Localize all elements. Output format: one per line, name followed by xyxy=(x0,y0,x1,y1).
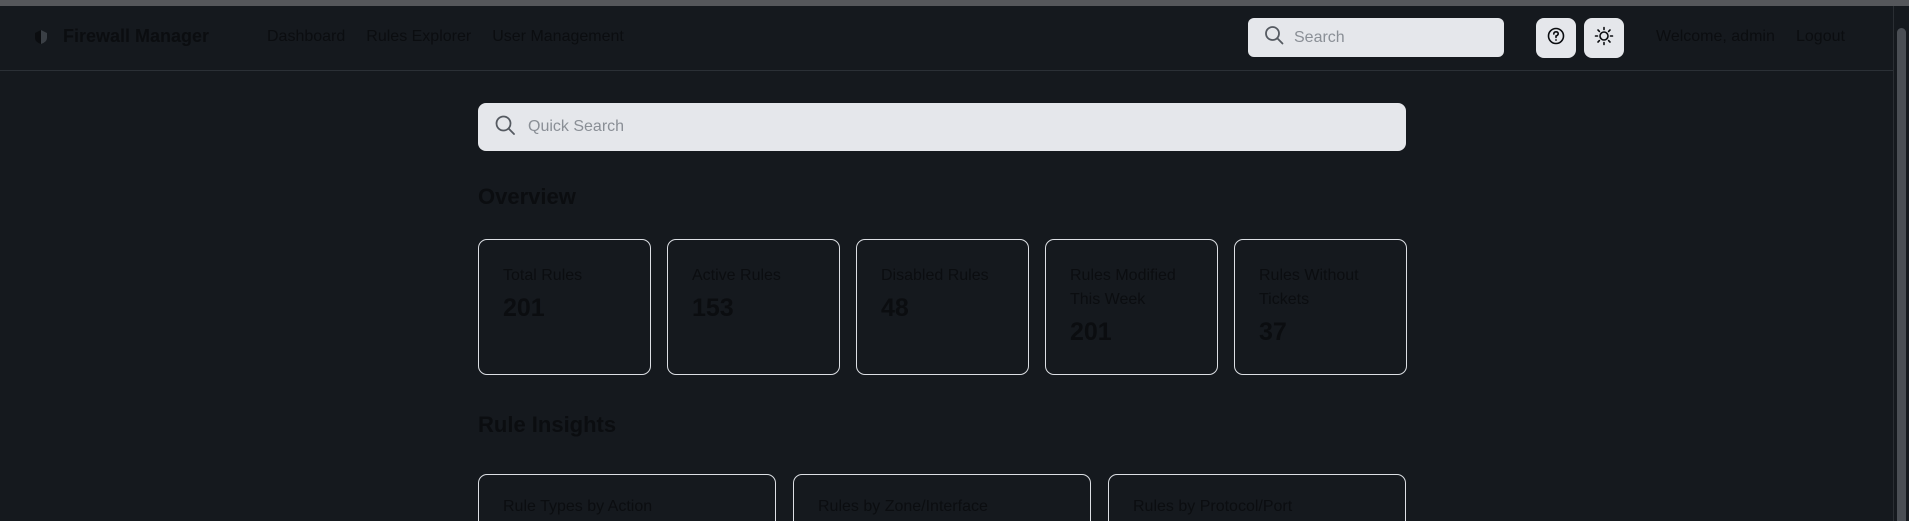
stat-label: Disabled Rules xyxy=(881,267,989,284)
stat-label: Total Rules xyxy=(503,267,583,284)
help-button[interactable] xyxy=(1536,18,1576,58)
brand[interactable]: Firewall Manager xyxy=(33,26,209,47)
insight-card-title: Rule Types by Action xyxy=(503,498,653,515)
nav-dashboard[interactable]: Dashboard xyxy=(267,28,345,46)
insight-card-rule-types-by-action[interactable]: Rule Types by Action xyxy=(478,474,776,521)
stat-card-active-rules[interactable]: Active Rules 153 xyxy=(667,239,840,375)
top-navbar: Firewall Manager Dashboard Rules Explore… xyxy=(0,6,1893,71)
quick-search-input[interactable] xyxy=(528,118,1388,136)
stat-card-total-rules[interactable]: Total Rules 201 xyxy=(478,239,651,375)
stat-card-rules-modified-this-week[interactable]: Rules Modified This Week 201 xyxy=(1045,239,1218,375)
stat-card-disabled-rules[interactable]: Disabled Rules 48 xyxy=(856,239,1029,375)
main-nav: Dashboard Rules Explorer User Management xyxy=(267,28,624,46)
stat-value: 153 xyxy=(692,294,734,322)
stat-value: 48 xyxy=(881,294,909,322)
insight-card-rules-by-zone[interactable]: Rules by Zone/Interface xyxy=(793,474,1091,521)
header-search[interactable] xyxy=(1248,18,1504,57)
nav-user-management[interactable]: User Management xyxy=(492,28,624,46)
rule-insights-heading: Rule Insights xyxy=(478,412,617,437)
help-circle-icon xyxy=(1547,27,1565,50)
stat-card-rules-without-tickets[interactable]: Rules Without Tickets 37 xyxy=(1234,239,1407,375)
stat-label: Active Rules xyxy=(692,267,781,284)
brand-name: Firewall Manager xyxy=(63,26,210,46)
vertical-scrollbar[interactable] xyxy=(1893,6,1909,521)
stat-value: 201 xyxy=(503,294,545,322)
insight-card-rules-by-protocol[interactable]: Rules by Protocol/Port xyxy=(1108,474,1406,521)
logout-link[interactable]: Logout xyxy=(1796,28,1845,46)
search-icon xyxy=(1264,25,1284,50)
quick-search[interactable] xyxy=(478,103,1406,151)
stat-label: Rules Modified This Week xyxy=(1070,267,1176,308)
theme-toggle-button[interactable] xyxy=(1584,18,1624,58)
insight-card-title: Rules by Protocol/Port xyxy=(1133,498,1293,515)
nav-rules-explorer[interactable]: Rules Explorer xyxy=(366,28,471,46)
stat-label: Rules Without Tickets xyxy=(1259,267,1359,308)
stat-value: 201 xyxy=(1070,318,1112,346)
header-search-input[interactable] xyxy=(1294,28,1494,47)
sun-icon xyxy=(1594,26,1614,51)
scrollbar-thumb[interactable] xyxy=(1897,28,1906,521)
shield-icon xyxy=(33,29,49,45)
overview-heading: Overview xyxy=(478,184,576,209)
search-icon xyxy=(494,114,516,141)
insight-card-title: Rules by Zone/Interface xyxy=(818,498,988,515)
welcome-text: Welcome, admin xyxy=(1656,28,1775,45)
stat-value: 37 xyxy=(1259,318,1287,346)
